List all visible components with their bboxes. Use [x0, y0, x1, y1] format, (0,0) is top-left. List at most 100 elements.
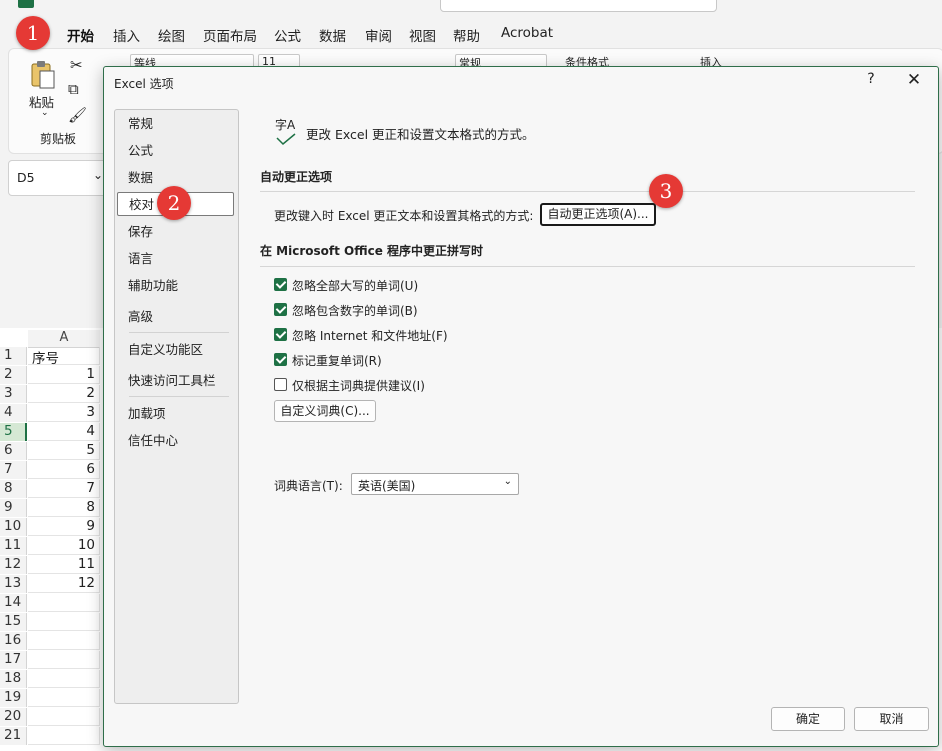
help-icon[interactable]: ? [864, 71, 878, 87]
row-header[interactable]: 3 [0, 385, 27, 403]
table-cell[interactable] [28, 689, 100, 707]
nav-item-general[interactable]: 常规 [117, 112, 234, 136]
row-header[interactable]: 20 [0, 708, 27, 726]
tab-draw[interactable]: 绘图 [158, 25, 185, 45]
checkbox-unchecked[interactable] [274, 378, 287, 391]
row-header[interactable]: 18 [0, 670, 27, 688]
table-cell[interactable]: 6 [28, 461, 100, 479]
cut-icon[interactable]: ✂ [70, 56, 83, 74]
ok-button[interactable]: 确定 [771, 707, 845, 731]
table-cell[interactable]: 序号 [28, 347, 100, 367]
row-header[interactable]: 13 [0, 575, 27, 593]
section-divider [260, 266, 915, 267]
table-cell[interactable]: 5 [28, 442, 100, 460]
table-cell[interactable] [28, 594, 100, 612]
custom-dictionaries-button[interactable]: 自定义词典(C)... [274, 400, 376, 422]
nav-item-advanced[interactable]: 高级 [117, 305, 234, 329]
ribbon-tabs: 开始 插入 绘图 页面布局 公式 数据 审阅 视图 帮助 Acrobat [0, 20, 942, 51]
tab-insert[interactable]: 插入 [113, 25, 140, 45]
proofing-icon: 字A [275, 116, 301, 148]
tab-acrobat[interactable]: Acrobat [501, 25, 553, 41]
row-header[interactable]: 14 [0, 594, 27, 612]
checkbox-label: 标记重复单词(R) [292, 354, 382, 368]
table-cell[interactable]: 8 [28, 499, 100, 517]
dictionary-language-select[interactable]: 英语(美国) ⌄ [351, 473, 519, 495]
format-painter-icon[interactable]: 🖌 [68, 106, 87, 124]
nav-item-customize-ribbon[interactable]: 自定义功能区 [117, 338, 234, 362]
row-header[interactable]: 11 [0, 537, 27, 555]
dialog-title: Excel 选项 [114, 77, 174, 91]
autocorrect-section-title: 自动更正选项 [260, 170, 333, 184]
tab-view[interactable]: 视图 [409, 25, 436, 45]
row-header[interactable]: 10 [0, 518, 27, 536]
nav-item-accessibility[interactable]: 辅助功能 [117, 274, 234, 298]
nav-item-addins[interactable]: 加载项 [117, 402, 234, 426]
section-divider [260, 191, 915, 192]
tab-review[interactable]: 审阅 [365, 25, 392, 45]
row-header[interactable]: 19 [0, 689, 27, 707]
nav-item-quick-access-toolbar[interactable]: 快速访问工具栏 [117, 369, 234, 393]
row-header[interactable]: 8 [0, 480, 27, 498]
copy-icon[interactable]: ⧉ [68, 80, 79, 98]
row-header[interactable]: 21 [0, 727, 27, 745]
select-value: 英语(美国) [358, 479, 416, 493]
paste-icon[interactable] [30, 60, 56, 90]
tab-page-layout[interactable]: 页面布局 [203, 25, 257, 45]
nav-item-language[interactable]: 语言 [117, 247, 234, 271]
name-box[interactable]: D5 ⌄ [8, 160, 110, 196]
table-cell[interactable] [28, 708, 100, 726]
table-cell[interactable] [28, 727, 100, 745]
row-header[interactable]: 16 [0, 632, 27, 650]
checkbox-checked[interactable] [274, 303, 287, 316]
table-cell[interactable]: 1 [28, 366, 100, 384]
checkbox-label: 忽略包含数字的单词(B) [292, 304, 418, 318]
table-cell[interactable]: 2 [28, 385, 100, 403]
table-cell[interactable]: 10 [28, 537, 100, 555]
nav-item-save[interactable]: 保存 [117, 220, 234, 244]
row-header[interactable]: 15 [0, 613, 27, 631]
table-cell[interactable]: 3 [28, 404, 100, 422]
close-icon[interactable]: ✕ [904, 70, 924, 90]
row-header[interactable]: 5 [0, 423, 27, 441]
table-cell[interactable] [28, 632, 100, 650]
row-header[interactable]: 2 [0, 366, 27, 384]
dictionary-language-label: 词典语言(T): [274, 479, 343, 493]
clipboard-group-label: 剪贴板 [40, 132, 77, 146]
table-cell[interactable]: 4 [28, 423, 100, 441]
step-marker-3: 3 [649, 174, 683, 208]
title-bar [0, 0, 942, 14]
checkbox-checked[interactable] [274, 353, 287, 366]
tab-formulas[interactable]: 公式 [274, 25, 301, 45]
nav-item-formulas[interactable]: 公式 [117, 139, 234, 163]
autocorrect-options-button[interactable]: 自动更正选项(A)... [540, 203, 656, 226]
search-box[interactable] [440, 0, 717, 12]
tab-data[interactable]: 数据 [319, 25, 346, 45]
tab-help[interactable]: 帮助 [453, 25, 480, 45]
table-cell[interactable]: 11 [28, 556, 100, 574]
row-header[interactable]: 7 [0, 461, 27, 479]
table-cell[interactable] [28, 613, 100, 631]
cancel-button[interactable]: 取消 [854, 707, 929, 731]
spelling-section-title: 在 Microsoft Office 程序中更正拼写时 [260, 244, 484, 258]
table-cell[interactable]: 7 [28, 480, 100, 498]
row-header[interactable]: 9 [0, 499, 27, 517]
table-cell[interactable]: 12 [28, 575, 100, 593]
chevron-down-icon: ⌄ [503, 476, 512, 487]
row-header[interactable]: 4 [0, 404, 27, 422]
table-cell[interactable] [28, 651, 100, 669]
table-cell[interactable]: 9 [28, 518, 100, 536]
chevron-down-icon[interactable]: ⌄ [41, 108, 49, 118]
chevron-down-icon[interactable]: ⌄ [93, 168, 103, 182]
row-header[interactable]: 1 [0, 347, 27, 365]
row-header[interactable]: 17 [0, 651, 27, 669]
checkbox-checked[interactable] [274, 328, 287, 341]
nav-divider [129, 396, 229, 397]
step-marker-1: 1 [16, 16, 50, 50]
row-header[interactable]: 6 [0, 442, 27, 460]
tab-home[interactable]: 开始 [67, 25, 94, 51]
nav-item-trust-center[interactable]: 信任中心 [117, 429, 234, 453]
row-header[interactable]: 12 [0, 556, 27, 574]
column-header-a[interactable]: A [28, 330, 100, 348]
checkbox-checked[interactable] [274, 278, 287, 291]
table-cell[interactable] [28, 670, 100, 688]
